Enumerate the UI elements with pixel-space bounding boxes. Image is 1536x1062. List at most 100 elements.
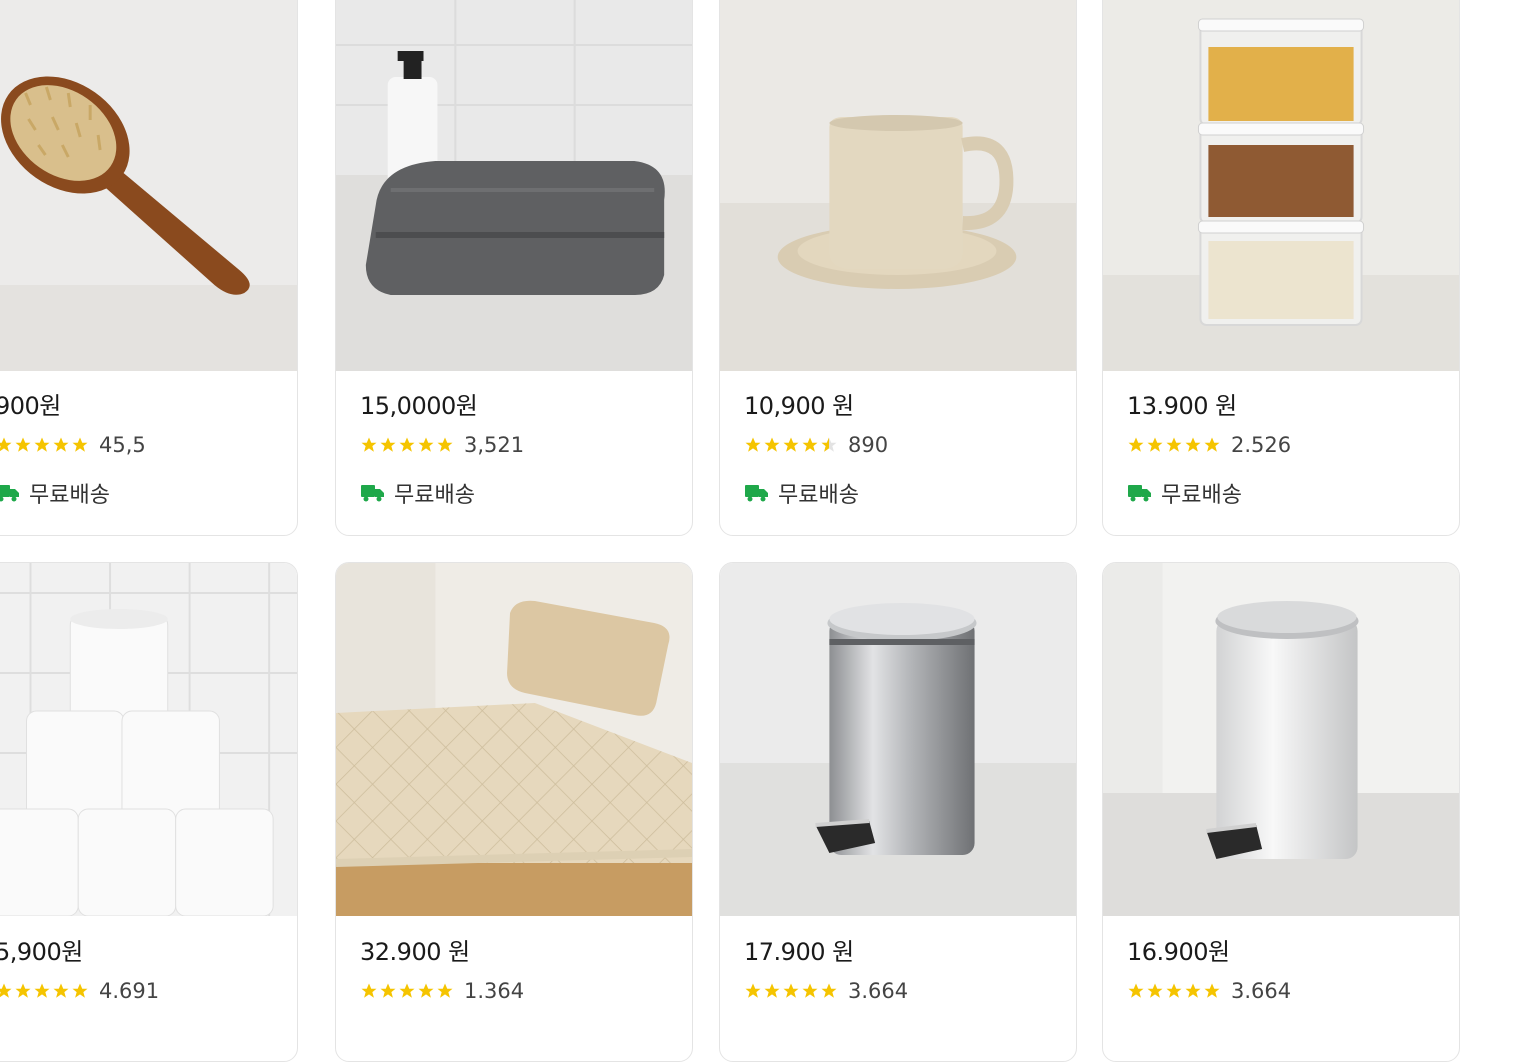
star-icon	[1128, 983, 1144, 998]
star-icon	[418, 983, 434, 998]
shipping-label: 무료배송	[394, 483, 475, 508]
product-card[interactable]: 13.900 원 2.526 무료배송	[1102, 0, 1460, 536]
star-icon	[15, 437, 31, 452]
star-rating	[1127, 436, 1221, 454]
star-rating	[744, 436, 838, 454]
star-icon	[72, 437, 88, 452]
star-icon	[1147, 437, 1163, 452]
star-icon	[745, 437, 761, 452]
star-rating	[360, 436, 454, 454]
free-shipping: 무료배송	[744, 477, 1060, 509]
star-icon	[745, 983, 761, 998]
truck-icon	[1128, 485, 1151, 502]
product-price: 15,0000원	[360, 392, 478, 420]
rating-count: 1.364	[464, 979, 525, 1003]
rating: 2.526	[1127, 433, 1443, 457]
product-image-toilet-paper[interactable]	[0, 563, 297, 916]
star-icon	[34, 983, 50, 998]
star-icon	[783, 437, 799, 452]
product-price: 17.900 원	[744, 938, 854, 966]
product-card[interactable]: 900원 45,5 무료배송	[0, 0, 298, 536]
star-icon	[764, 437, 780, 452]
containers-image	[1103, 0, 1459, 371]
star-icon	[1166, 983, 1182, 998]
free-shipping: 무료배송	[360, 477, 676, 509]
rating: 890	[744, 433, 1060, 457]
star-half-icon	[821, 437, 837, 452]
rating: 1.364	[360, 979, 676, 1003]
product-price: 900원	[0, 392, 61, 420]
rating-count: 4.691	[99, 979, 160, 1003]
star-icon	[437, 983, 453, 998]
product-image-steel-trash-can[interactable]	[720, 563, 1076, 916]
star-icon	[53, 983, 69, 998]
star-icon	[72, 983, 88, 998]
rating: 3.664	[744, 979, 1060, 1003]
star-icon	[802, 437, 818, 452]
star-icon	[0, 437, 12, 452]
shipping-label: 무료배송	[1161, 483, 1242, 508]
steel-trash-can-image	[720, 563, 1076, 916]
product-card[interactable]: 10,900 원 890 무료배송	[719, 0, 1077, 536]
product-image-hairbrush[interactable]	[0, 0, 297, 371]
star-rating	[744, 982, 838, 1000]
truck-icon	[0, 485, 19, 502]
product-card[interactable]: 15,0000원 3,521 무료배송	[335, 0, 693, 536]
product-image-mug[interactable]	[720, 0, 1076, 371]
star-icon	[1147, 983, 1163, 998]
rating-count: 3.664	[1231, 979, 1292, 1003]
star-icon	[1166, 437, 1182, 452]
star-icon	[821, 983, 837, 998]
star-icon	[783, 983, 799, 998]
product-price: 10,900 원	[744, 392, 854, 420]
star-icon	[380, 437, 396, 452]
star-icon	[764, 983, 780, 998]
rating-count: 45,5	[99, 433, 146, 457]
towel-image	[336, 0, 692, 371]
product-price: 5,900원	[0, 938, 83, 966]
star-icon	[361, 983, 377, 998]
toilet-paper-image	[0, 563, 297, 916]
rating: 3.664	[1127, 979, 1443, 1003]
star-rating	[0, 436, 89, 454]
rating-count: 3.664	[848, 979, 909, 1003]
product-card[interactable]: 17.900 원 3.664	[719, 562, 1077, 1062]
hairbrush-image	[0, 0, 297, 371]
star-icon	[1185, 983, 1201, 998]
star-icon	[437, 437, 453, 452]
truck-icon	[745, 485, 768, 502]
star-icon	[361, 437, 377, 452]
truck-icon	[361, 485, 384, 502]
rating-count: 890	[848, 433, 889, 457]
product-image-containers[interactable]	[1103, 0, 1459, 371]
product-card[interactable]: 16.900원 3.664	[1102, 562, 1460, 1062]
rating: 45,5	[0, 433, 281, 457]
rating: 3,521	[360, 433, 676, 457]
star-icon	[399, 983, 415, 998]
rating-count: 2.526	[1231, 433, 1292, 457]
star-icon	[34, 437, 50, 452]
star-icon	[399, 437, 415, 452]
product-card[interactable]: 32.900 원 1.364	[335, 562, 693, 1062]
product-price: 13.900 원	[1127, 392, 1237, 420]
star-icon	[1204, 437, 1220, 452]
free-shipping: 무료배송	[1127, 477, 1443, 509]
product-image-white-trash-can[interactable]	[1103, 563, 1459, 916]
star-rating	[1127, 982, 1221, 1000]
star-icon	[418, 437, 434, 452]
product-image-mattress[interactable]	[336, 563, 692, 916]
star-rating	[0, 982, 89, 1000]
product-price: 16.900원	[1127, 938, 1230, 966]
free-shipping: 무료배송	[0, 477, 281, 509]
star-icon	[1185, 437, 1201, 452]
shipping-label: 무료배송	[29, 483, 110, 508]
product-image-towel[interactable]	[336, 0, 692, 371]
star-rating	[360, 982, 454, 1000]
star-icon	[0, 983, 12, 998]
star-icon	[380, 983, 396, 998]
product-price: 32.900 원	[360, 938, 470, 966]
rating: 4.691	[0, 979, 281, 1003]
product-card[interactable]: 5,900원 4.691	[0, 562, 298, 1062]
star-icon	[53, 437, 69, 452]
star-icon	[15, 983, 31, 998]
